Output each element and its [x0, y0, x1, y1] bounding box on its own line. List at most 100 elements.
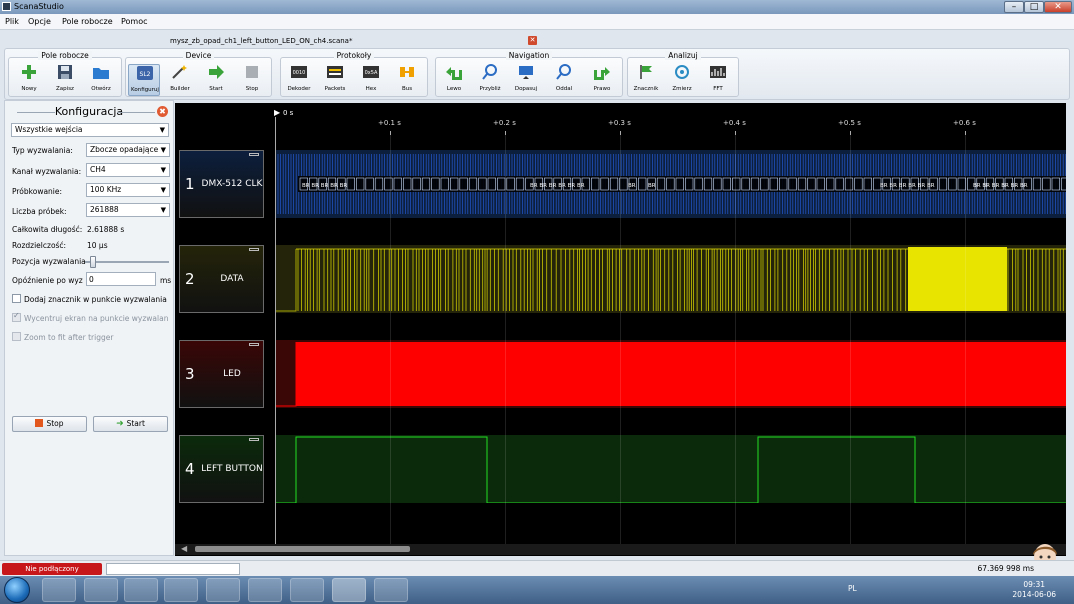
packets-icon [327, 66, 343, 78]
left-button[interactable]: Lewo [438, 64, 470, 96]
word-task-icon[interactable] [290, 578, 324, 602]
scroll-left-icon[interactable]: ◀ [181, 544, 187, 553]
chrome-task-icon[interactable] [164, 578, 198, 602]
bus-icon [400, 67, 414, 77]
channel-number: 2 [185, 270, 195, 288]
trigger-position-slider[interactable] [85, 256, 169, 268]
zoom-out-button[interactable]: Oddal [548, 64, 580, 96]
channel-3-label[interactable]: 3 LED [179, 340, 264, 408]
packets-button[interactable]: Packets [319, 64, 351, 96]
menu-pomoc[interactable]: Pomoc [121, 17, 148, 26]
close-tab-icon[interactable]: ✕ [528, 36, 537, 45]
channel-1-waveform[interactable]: BR BR BR BR BR BR BR BR BR BR BR BR BR BR BR BR BR BR BR BR… [276, 150, 1066, 218]
menu-plik[interactable]: Plik [5, 17, 19, 26]
time-ruler: ▶ 0 s +0.1 s +0.2 s +0.3 s +0.4 s +0.5 s +0.6… [175, 103, 1066, 135]
total-length-label: Całkowita długość: [12, 225, 83, 234]
left-label: Lewo [446, 86, 462, 92]
channel-menu-icon[interactable] [249, 343, 259, 346]
scanastudio2-task-icon[interactable] [374, 578, 408, 602]
trigger-channel-select[interactable]: CH4 ▼ [86, 163, 170, 177]
scanastudio-task-icon[interactable] [332, 578, 366, 602]
config-panel: Konfiguracja ✖ Wszystkie wejścia ▼ Typ wy… [4, 100, 174, 556]
delay-input[interactable] [86, 272, 156, 286]
builder-button[interactable]: Builder [164, 64, 196, 96]
channel-menu-icon[interactable] [249, 438, 259, 441]
fit-button[interactable]: Dopasuj [510, 64, 542, 96]
scroll-thumb[interactable] [195, 546, 410, 552]
slider-handle[interactable] [90, 256, 97, 268]
start-capture-button[interactable]: ➜ Start [93, 416, 168, 432]
stop-capture-label: Stop [46, 419, 64, 428]
group-navigation: Navigation Lewo Przybliż Dopasuj Oddal P… [435, 51, 623, 97]
start-orb-icon[interactable] [4, 577, 30, 603]
channel-number: 4 [185, 460, 195, 478]
decoder-button[interactable]: 0010 Dekoder [283, 64, 315, 96]
channel-menu-icon[interactable] [249, 248, 259, 251]
document-tab[interactable]: mysz_zb_opad_ch1_left_button_LED_ON_ch4.… [170, 37, 352, 45]
samples-select[interactable]: 261888 ▼ [86, 203, 170, 217]
channel-2-label[interactable]: 2 DATA [179, 245, 264, 313]
add-marker-checkbox[interactable] [12, 294, 21, 303]
menu-opcje[interactable]: Opcje [28, 17, 51, 26]
app-task-icon[interactable] [84, 578, 118, 602]
channel-4-waveform[interactable] [276, 435, 1066, 503]
decode-label: BR [568, 183, 576, 189]
right-label: Prawo [593, 86, 611, 92]
measure-icon [675, 65, 689, 79]
minimize-button[interactable]: – [1004, 1, 1024, 13]
status-field [106, 563, 240, 575]
language-indicator[interactable]: PL [848, 584, 857, 593]
marker-button[interactable]: Znacznik [630, 64, 662, 96]
channel-3-waveform[interactable] [276, 340, 1066, 408]
sampling-select[interactable]: 100 KHz ▼ [86, 183, 170, 197]
group-title: Device [182, 51, 215, 60]
channel-name: DMX-512 CLK [201, 179, 263, 189]
fft-label: FFT [713, 86, 723, 92]
save-button[interactable]: Zapisz [49, 64, 81, 96]
menu-pole-robocze[interactable]: Pole robocze [62, 17, 113, 26]
channel-4-label[interactable]: 4 LEFT BUTTON [179, 435, 264, 503]
new-button[interactable]: Nowy [13, 64, 45, 96]
decode-band [298, 176, 1066, 192]
trigger-type-select[interactable]: Zbocze opadające ▼ [86, 143, 170, 157]
channel-1-label[interactable]: 1 DMX-512 CLK [179, 150, 264, 218]
start-button[interactable]: Start [200, 64, 232, 96]
media-player-task-icon[interactable] [124, 578, 158, 602]
waveform-view[interactable]: ▶ 0 s +0.1 s +0.2 s +0.3 s +0.4 s +0.5 s +0.6… [175, 103, 1066, 556]
delay-unit: ms [160, 276, 172, 285]
bus-button[interactable]: Bus [391, 64, 423, 96]
channel-name: DATA [220, 274, 244, 284]
horizontal-scrollbar[interactable]: ◀ [175, 544, 1066, 555]
resolution-label: Rozdzielczość: [12, 241, 67, 250]
hex-label: Hex [365, 86, 377, 92]
zoom-fit-checkbox[interactable] [12, 332, 21, 341]
resolution-value: 10 µs [87, 241, 108, 250]
measure-button[interactable]: Zmierz [666, 64, 698, 96]
channel-2-waveform[interactable] [276, 245, 1066, 313]
stop-capture-button[interactable]: Stop [12, 416, 87, 432]
firefox-task-icon[interactable] [248, 578, 282, 602]
start-arrow-icon: ➜ [116, 419, 124, 429]
explorer-task-icon[interactable] [42, 578, 76, 602]
maximize-button[interactable]: □ [1024, 1, 1044, 13]
stop-button[interactable]: Stop [236, 64, 268, 96]
center-screen-checkbox[interactable] [12, 311, 21, 322]
zoom-in-button[interactable]: Przybliż [474, 64, 506, 96]
start-label: Start [209, 86, 223, 92]
svg-text:0010: 0010 [293, 70, 306, 76]
fft-button[interactable]: FFT [702, 64, 734, 96]
inputs-select[interactable]: Wszystkie wejścia ▼ [11, 123, 169, 137]
hex-button[interactable]: 0x5A Hex [355, 64, 387, 96]
app-icon [2, 2, 11, 11]
decode-label: BR [577, 183, 585, 189]
chevron-down-icon: ▼ [159, 126, 165, 134]
system-clock[interactable]: 09:31 2014-06-06 [1012, 580, 1056, 600]
decode-label: BR [908, 183, 916, 189]
right-button[interactable]: Prawo [586, 64, 618, 96]
close-window-button[interactable]: ✕ [1044, 1, 1072, 13]
channel-menu-icon[interactable] [249, 153, 259, 156]
open-button[interactable]: Otwórz [85, 64, 117, 96]
close-panel-icon[interactable]: ✖ [157, 106, 168, 117]
configure-button[interactable]: SL2 Konfiguruj [128, 64, 160, 96]
ie-task-icon[interactable] [206, 578, 240, 602]
